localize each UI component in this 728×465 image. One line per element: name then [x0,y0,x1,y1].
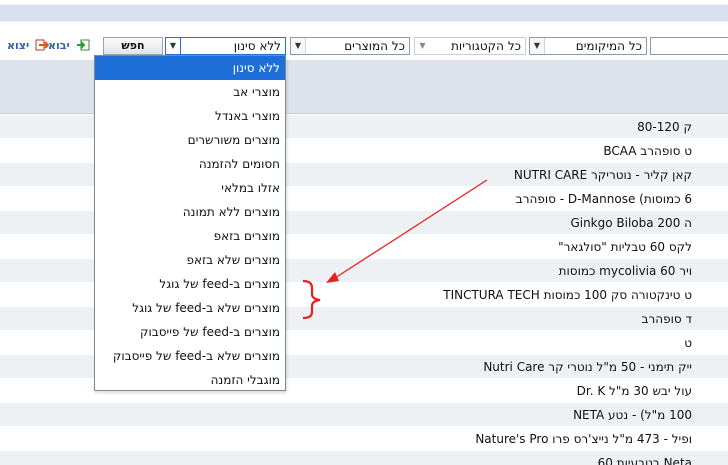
annotation-arrow-line [334,179,488,279]
annotation-brace [302,279,321,320]
annotation-overlay [302,179,488,320]
annotation-arrow-head [326,272,339,283]
